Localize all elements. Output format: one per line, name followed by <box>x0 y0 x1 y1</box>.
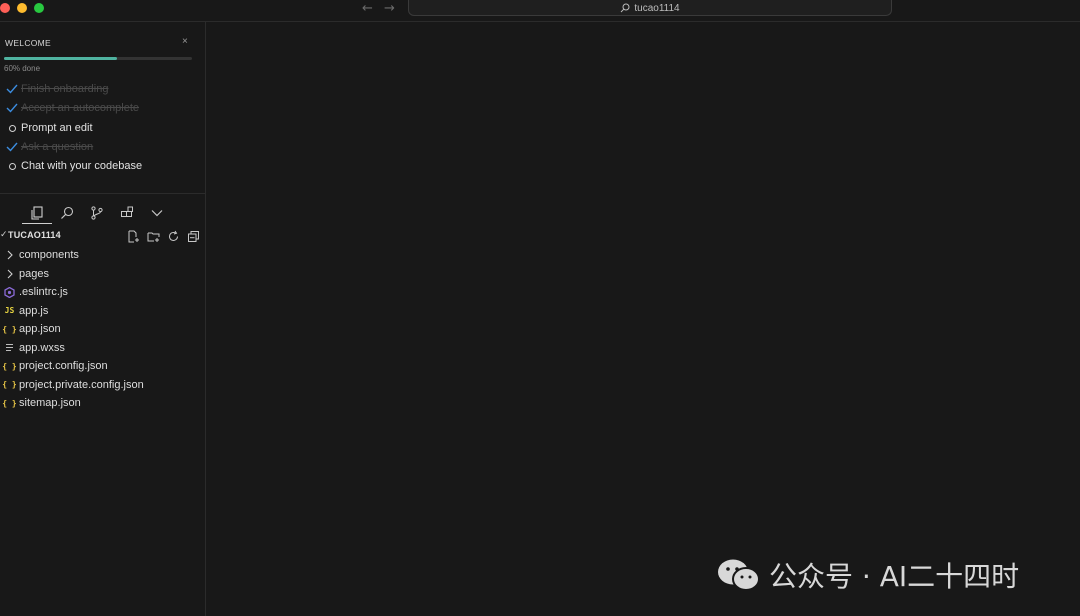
task-label: Ask a question <box>21 141 94 153</box>
refresh-icon[interactable] <box>166 229 180 243</box>
new-folder-icon[interactable] <box>146 229 160 243</box>
window-maximize-button[interactable] <box>34 3 44 13</box>
checkmark-icon <box>5 82 19 96</box>
more-views-button[interactable] <box>142 202 172 224</box>
eslint-icon <box>0 286 19 298</box>
tree-folder[interactable]: components <box>0 246 205 264</box>
tree-file[interactable]: .eslintrc.js <box>0 283 205 301</box>
explorer-actions <box>126 229 200 243</box>
tree-item-name: sitemap.json <box>19 397 81 409</box>
progress-text: 60% done <box>4 64 41 73</box>
tree-item-name: project.private.config.json <box>19 378 144 391</box>
task-label: Accept an autocomplete <box>21 102 140 114</box>
tree-file[interactable]: { } sitemap.json <box>0 394 205 412</box>
wechat-icon <box>717 558 761 592</box>
onboarding-progress-bar <box>4 57 192 60</box>
tree-file[interactable]: app.wxss <box>0 339 205 357</box>
title-bar: ← → tucao1114 <box>0 0 1080 22</box>
json-icon: { } <box>2 324 17 334</box>
onboarding-task[interactable]: Ask a question <box>5 139 93 155</box>
tree-file[interactable]: { } project.config.json <box>0 357 205 375</box>
circle-icon <box>5 159 19 173</box>
chevron-down-icon <box>151 210 163 217</box>
files-icon <box>31 205 43 220</box>
welcome-panel: WELCOME × 60% done Finish onboarding Acce… <box>0 22 205 194</box>
search-text: tucao1114 <box>634 2 680 14</box>
extensions-tab[interactable] <box>112 202 142 224</box>
tree-item-name: .eslintrc.js <box>19 286 68 298</box>
collapse-all-icon[interactable] <box>186 229 200 243</box>
chevron-right-icon <box>0 250 19 260</box>
json-icon: { } <box>2 380 17 389</box>
tree-item-name: project.config.json <box>19 360 108 372</box>
new-file-icon[interactable] <box>126 229 140 243</box>
tree-file[interactable]: { } project.private.config.json <box>0 376 205 394</box>
task-label: Chat with your codebase <box>21 160 143 172</box>
source-control-tab[interactable] <box>82 202 112 224</box>
task-label: Finish onboarding <box>21 83 109 95</box>
lines-icon <box>0 343 19 352</box>
onboarding-task[interactable]: Accept an autocomplete <box>5 100 139 116</box>
tree-item-name: app.js <box>19 304 49 317</box>
welcome-title: WELCOME <box>5 38 52 48</box>
sidebar: WELCOME × 60% done Finish onboarding Acce… <box>0 22 206 616</box>
onboarding-task[interactable]: Chat with your codebase <box>5 158 142 174</box>
circle-icon <box>5 121 19 135</box>
editor-area <box>206 22 1080 616</box>
json-icon: { } <box>2 398 17 408</box>
tree-file[interactable]: JS app.js <box>0 302 205 320</box>
explorer-header[interactable]: ✓ TUCAO1114 <box>0 228 205 244</box>
window-close-button[interactable] <box>0 3 10 13</box>
search-icon <box>61 206 74 219</box>
window-minimize-button[interactable] <box>17 3 27 13</box>
search-icon <box>620 3 630 13</box>
tree-item-name: components <box>19 249 79 261</box>
tree-item-name: app.wxss <box>19 341 65 354</box>
task-label: Prompt an edit <box>21 122 93 134</box>
onboarding-task[interactable]: Finish onboarding <box>5 81 108 97</box>
checkmark-icon <box>5 140 19 154</box>
json-icon: { } <box>2 361 17 371</box>
js-icon: JS <box>4 306 15 315</box>
onboarding-task[interactable]: Prompt an edit <box>5 120 93 136</box>
tree-file[interactable]: { } app.json <box>0 320 205 338</box>
progress-fill <box>4 57 117 60</box>
forward-arrow-icon[interactable]: → <box>384 1 395 16</box>
checkmark-icon <box>5 101 19 115</box>
chevron-down-icon: ✓ <box>0 229 8 239</box>
chevron-right-icon <box>0 269 19 279</box>
explorer-tab[interactable] <box>22 202 52 224</box>
command-search-box[interactable]: tucao1114 <box>408 0 892 16</box>
search-tab[interactable] <box>52 202 82 224</box>
source-control-icon <box>91 206 103 220</box>
tree-item-name: app.json <box>19 323 61 335</box>
explorer-title: TUCAO1114 <box>8 230 61 240</box>
watermark-text: 公众号 · AI二十四时 <box>769 560 1020 593</box>
tree-folder[interactable]: pages <box>0 265 205 283</box>
extensions-icon <box>121 206 133 218</box>
watermark: 公众号 · AI二十四时 <box>717 555 1019 595</box>
back-arrow-icon[interactable]: ← <box>362 1 373 16</box>
close-icon[interactable]: × <box>182 36 188 47</box>
tree-item-name: pages <box>19 267 49 280</box>
activity-bar <box>22 202 172 224</box>
